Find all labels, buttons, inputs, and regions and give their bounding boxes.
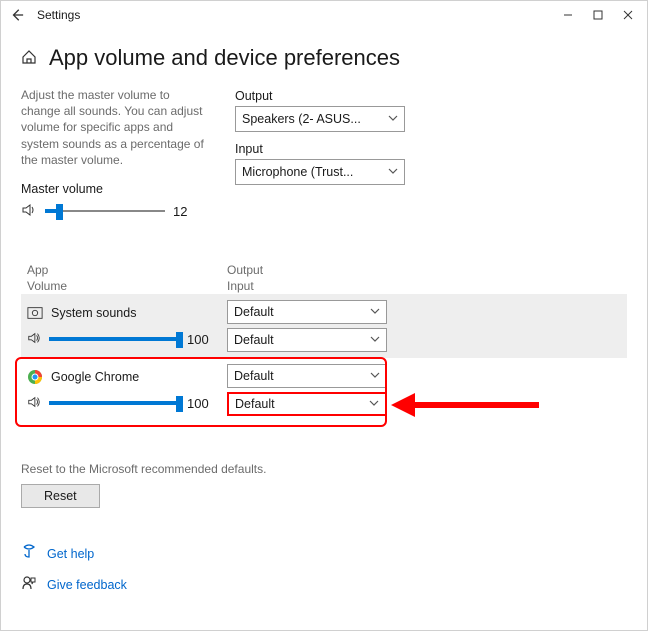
input-device-select[interactable]: Microphone (Trust...: [235, 159, 405, 185]
chevron-down-icon: [388, 166, 398, 179]
feedback-icon: [21, 575, 37, 594]
titlebar: Settings: [1, 1, 647, 29]
app-volume-slider[interactable]: [49, 394, 179, 412]
app-input-value: Default: [235, 397, 275, 411]
reset-button[interactable]: Reset: [21, 484, 100, 508]
app-output-value: Default: [234, 305, 274, 319]
help-icon: [21, 544, 37, 563]
app-row-system-sounds: System sounds 100 Default Default: [21, 294, 627, 358]
output-device-select[interactable]: Speakers (2- ASUS...: [235, 106, 405, 132]
back-button[interactable]: [5, 3, 29, 27]
volume-icon[interactable]: [21, 202, 37, 221]
input-label: Input: [235, 142, 627, 156]
page-title: App volume and device preferences: [49, 45, 400, 71]
master-volume-value: 12: [173, 204, 201, 219]
master-volume-slider[interactable]: [45, 202, 165, 220]
page-header: App volume and device preferences: [21, 45, 627, 71]
get-help-link[interactable]: Get help: [47, 547, 94, 561]
col-app-line1: App: [27, 263, 227, 279]
window-title: Settings: [37, 8, 80, 22]
chevron-down-icon: [370, 334, 380, 347]
chevron-down-icon: [370, 306, 380, 319]
input-device-value: Microphone (Trust...: [242, 165, 353, 179]
app-volume-slider[interactable]: [49, 330, 179, 348]
page-content: App volume and device preferences Adjust…: [1, 29, 647, 616]
app-output-select[interactable]: Default: [227, 300, 387, 324]
app-input-select[interactable]: Default: [227, 392, 387, 416]
app-input-value: Default: [234, 333, 274, 347]
volume-icon[interactable]: [27, 331, 41, 348]
master-volume-label: Master volume: [21, 182, 211, 196]
page-description: Adjust the master volume to change all s…: [21, 87, 211, 168]
window-controls: [553, 1, 643, 29]
col-oi-line2: Input: [227, 279, 263, 295]
col-app-line2: Volume: [27, 279, 227, 295]
minimize-icon: [563, 10, 573, 20]
app-name: Google Chrome: [51, 370, 139, 384]
chevron-down-icon: [369, 398, 379, 411]
app-volume-value: 100: [187, 396, 215, 411]
app-output-select[interactable]: Default: [227, 364, 387, 388]
output-label: Output: [235, 89, 627, 103]
close-icon: [623, 10, 633, 20]
arrow-left-icon: [10, 8, 24, 22]
app-name: System sounds: [51, 306, 136, 320]
give-feedback-link[interactable]: Give feedback: [47, 578, 127, 592]
maximize-icon: [593, 10, 603, 20]
home-icon[interactable]: [21, 49, 37, 70]
app-row-google-chrome: Google Chrome 100 Default Default: [21, 358, 627, 422]
col-oi-line1: Output: [227, 263, 263, 279]
maximize-button[interactable]: [583, 1, 613, 29]
close-button[interactable]: [613, 1, 643, 29]
chrome-icon: [27, 369, 43, 385]
reset-hint: Reset to the Microsoft recommended defau…: [21, 462, 627, 476]
minimize-button[interactable]: [553, 1, 583, 29]
app-list-header: App Volume Output Input: [21, 263, 627, 294]
chevron-down-icon: [370, 370, 380, 383]
app-volume-value: 100: [187, 332, 215, 347]
app-output-value: Default: [234, 369, 274, 383]
app-input-select[interactable]: Default: [227, 328, 387, 352]
system-sounds-icon: [27, 305, 43, 321]
output-device-value: Speakers (2- ASUS...: [242, 112, 361, 126]
chevron-down-icon: [388, 113, 398, 126]
volume-icon[interactable]: [27, 395, 41, 412]
